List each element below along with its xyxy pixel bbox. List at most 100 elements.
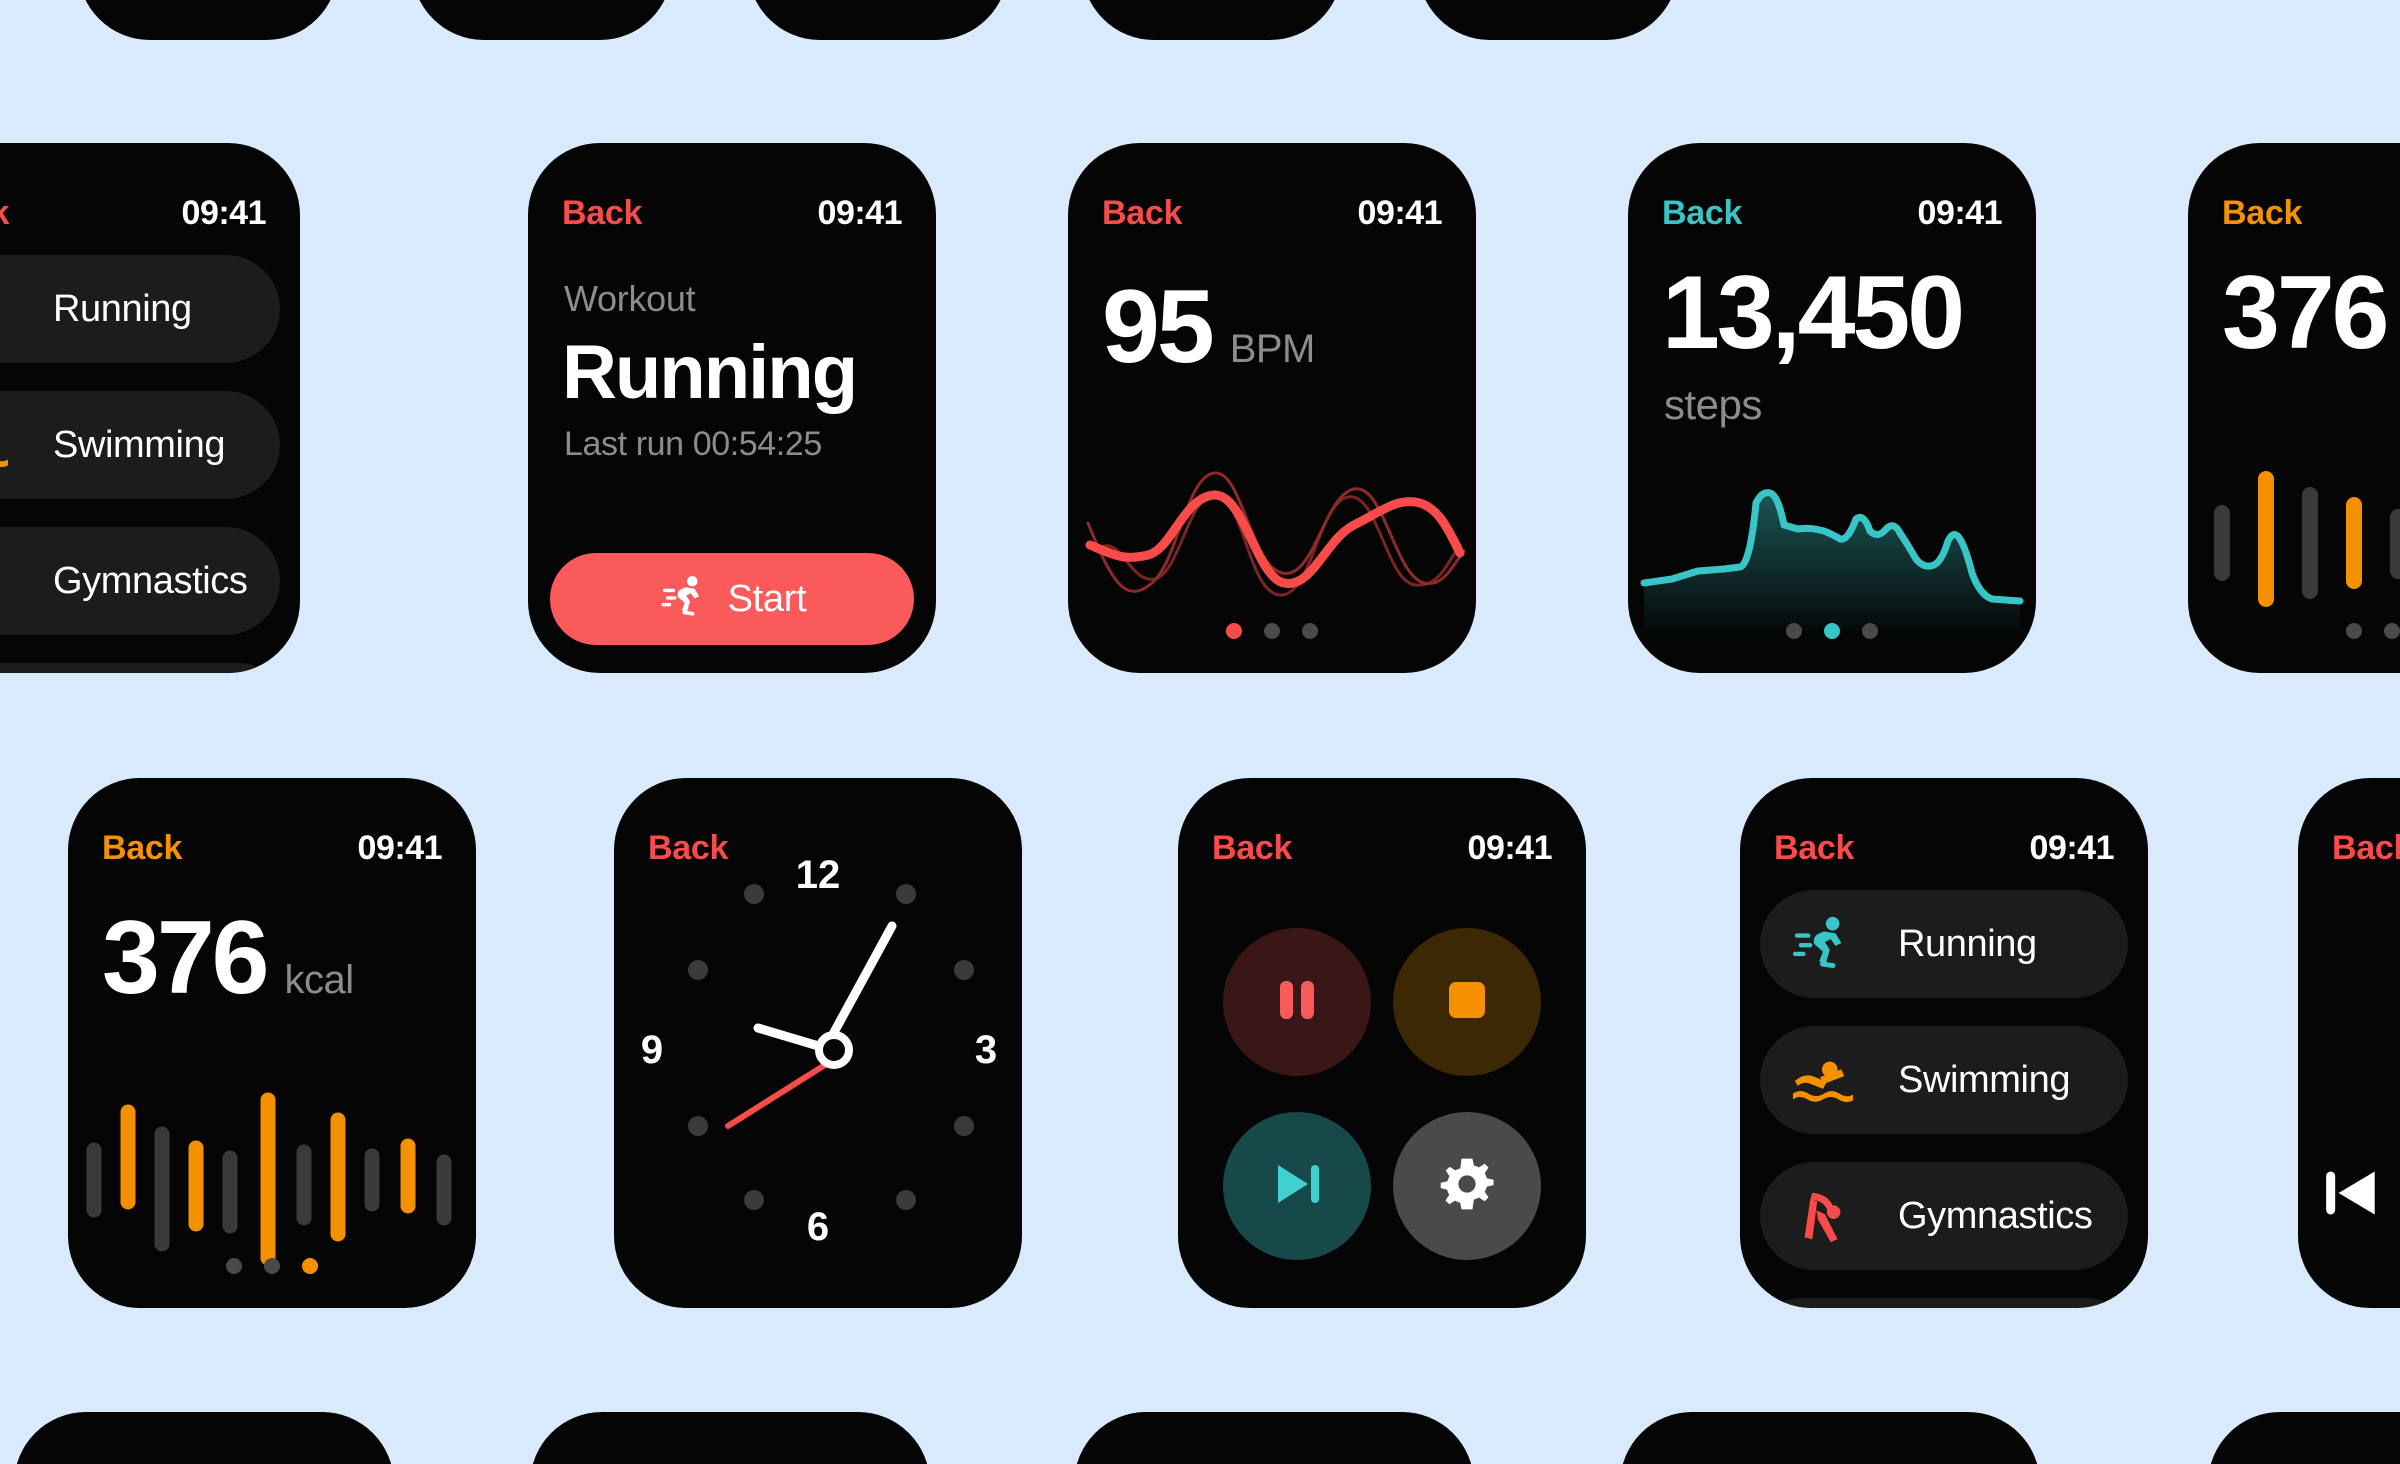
status-bar: Back 09:41 (2188, 191, 2400, 235)
activity-list: Running Swimming Gymnastics (0, 255, 300, 673)
page-dot[interactable] (1862, 623, 1878, 639)
back-button[interactable]: Back (1774, 829, 1854, 868)
page-dot[interactable] (2384, 623, 2400, 639)
list-item[interactable] (1760, 1298, 2128, 1308)
running-icon (0, 278, 11, 340)
page-dot[interactable] (1264, 623, 1280, 639)
gear-icon (1438, 1155, 1496, 1218)
list-item-label: Swimming (53, 423, 226, 466)
list-item-label: Swimming (1898, 1058, 2071, 1101)
clock-pip (688, 960, 708, 980)
clock-pip (896, 1190, 916, 1210)
status-time: 09:41 (357, 828, 443, 867)
clock-numeral-9: 9 (641, 1028, 663, 1072)
back-button[interactable]: Back (1102, 194, 1182, 233)
status-time: 09:41 (2029, 828, 2115, 867)
page-dot-active[interactable] (1226, 623, 1242, 639)
list-item-label: Running (1898, 922, 2037, 965)
back-button[interactable]: Back (562, 194, 642, 233)
page-dot[interactable] (264, 1258, 280, 1274)
calories-readout: 376 (2222, 261, 2400, 365)
steps-value: 13,450 (1662, 255, 1965, 371)
watch-card-activity-list-right[interactable]: Back 09:41 Running Swimming Gymnastics (1740, 778, 2148, 1308)
clock-pip (954, 960, 974, 980)
status-time: 09:41 (1917, 193, 2003, 232)
gymnastics-icon (1788, 1185, 1856, 1247)
clock-numeral-6: 6 (807, 1205, 829, 1249)
watch-card-partial-top-3 (748, 0, 1008, 40)
status-time: 09:41 (1357, 193, 1443, 232)
heart-rate-value: 95 (1102, 269, 1215, 385)
watch-card-workout[interactable]: Back 09:41 Workout Running Last run 00:5… (528, 143, 936, 673)
list-item-label: Running (53, 287, 192, 330)
list-item[interactable]: Gymnastics (0, 527, 280, 635)
status-bar: Back 09:41 (1740, 826, 2148, 870)
page-indicator[interactable] (2188, 623, 2400, 639)
page-dot-active[interactable] (302, 1258, 318, 1274)
watch-card-activity-list-left[interactable]: Back 09:41 Ru (0, 143, 300, 673)
watch-card-steps[interactable]: Back 09:41 13,450 steps (1628, 143, 2036, 673)
list-item[interactable] (0, 663, 280, 673)
watch-card-partial-top-5 (1418, 0, 1678, 40)
next-track-button[interactable] (1223, 1112, 1371, 1260)
watch-card-partial-top-1 (78, 0, 338, 40)
back-button[interactable]: Back (0, 194, 9, 233)
list-item[interactable]: Running (1760, 890, 2128, 998)
status-bar: Back 09:41 (528, 191, 936, 235)
watch-card-calories[interactable]: Back 09:41 376 kcal (68, 778, 476, 1308)
start-button[interactable]: Start (550, 553, 914, 645)
watch-card-partial-bottom-2 (530, 1412, 930, 1464)
clock-pip (688, 1116, 708, 1136)
watch-card-partial-bottom-1 (14, 1412, 394, 1464)
watch-card-clock[interactable]: Back 12 3 6 9 (614, 778, 1022, 1308)
page-dot[interactable] (226, 1258, 242, 1274)
watch-card-media-controls[interactable]: Back 09:41 (1178, 778, 1586, 1308)
list-item[interactable]: Swimming (1760, 1026, 2128, 1134)
page-dot[interactable] (2346, 623, 2362, 639)
status-bar: Back 09:41 (1068, 191, 1476, 235)
back-button[interactable]: Back (2222, 194, 2302, 233)
watch-card-media-edge[interactable]: Back (2298, 778, 2400, 1308)
wallpaper-grid: Back 09:41 Ru (0, 0, 2400, 1464)
list-item[interactable]: Swimming (0, 391, 280, 499)
list-item[interactable]: Running (0, 255, 280, 363)
watch-card-heart-rate[interactable]: Back 09:41 95 BPM (1068, 143, 1476, 673)
swimming-icon (1788, 1049, 1856, 1111)
watch-card-calories-edge[interactable]: Back 09:41 376 (2188, 143, 2400, 673)
start-button-label: Start (727, 577, 807, 620)
list-item[interactable]: Gymnastics (1760, 1162, 2128, 1270)
clock-pip (744, 884, 764, 904)
settings-button[interactable] (1393, 1112, 1541, 1260)
status-time: 09:41 (181, 193, 267, 232)
watch-card-partial-bottom-3 (1074, 1412, 1474, 1464)
page-dot[interactable] (1786, 623, 1802, 639)
clock-pip (954, 1116, 974, 1136)
list-item-label: Gymnastics (53, 559, 248, 602)
previous-track-icon[interactable] (2316, 1171, 2386, 1232)
steps-area-chart (1640, 489, 2024, 631)
back-button[interactable]: Back (2332, 829, 2400, 868)
page-indicator[interactable] (1068, 623, 1476, 639)
stop-button[interactable] (1393, 928, 1541, 1076)
page-dot-active[interactable] (1824, 623, 1840, 639)
page-dot[interactable] (1302, 623, 1318, 639)
heart-rate-readout: 95 BPM (1102, 275, 1456, 379)
back-button[interactable]: Back (1212, 829, 1292, 868)
clock-second-hand (725, 1055, 839, 1129)
pause-button[interactable] (1223, 928, 1371, 1076)
list-item-label: Gymnastics (1898, 1194, 2093, 1237)
status-bar: Back (2298, 826, 2400, 870)
back-button[interactable]: Back (1662, 194, 1742, 233)
page-indicator[interactable] (1628, 623, 2036, 639)
calories-unit: kcal (284, 958, 355, 1002)
status-time: 09:41 (817, 193, 903, 232)
workout-last-run: Last run 00:54:25 (564, 425, 822, 463)
workout-kicker: Workout (564, 278, 696, 319)
page-indicator[interactable] (68, 1258, 476, 1274)
steps-unit: steps (1664, 381, 1762, 428)
back-button[interactable]: Back (102, 829, 182, 868)
watch-card-partial-bottom-5 (2208, 1412, 2400, 1464)
pause-icon (1266, 969, 1328, 1036)
calories-value: 376 (102, 900, 270, 1016)
workout-title: Running (562, 330, 858, 415)
